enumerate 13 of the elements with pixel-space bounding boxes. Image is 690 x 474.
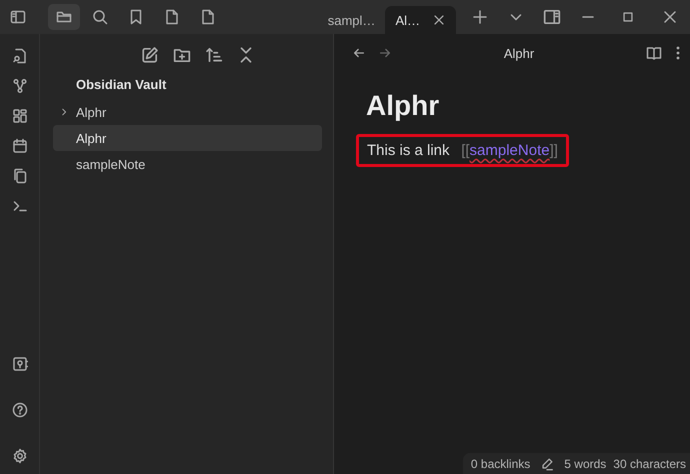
note-heading: Alphr xyxy=(366,90,440,122)
note-paragraph: This is a link [[sampleNote]] xyxy=(356,134,569,167)
tab[interactable]: Al… xyxy=(385,6,456,34)
character-count: 30 characters xyxy=(613,457,686,471)
word-count: 5 words xyxy=(564,457,606,471)
file-item[interactable]: sampleNote xyxy=(53,151,322,177)
backlinks-count[interactable]: 0 backlinks xyxy=(470,457,530,471)
tab[interactable]: sampl… xyxy=(318,6,386,34)
internal-link[interactable]: sampleNote xyxy=(470,142,550,159)
note-title: Alphr xyxy=(502,46,536,60)
file-item[interactable]: Alphr xyxy=(53,125,322,151)
vault-name: Obsidian Vault xyxy=(75,76,168,94)
folder-item[interactable]: Alphr xyxy=(53,99,322,125)
